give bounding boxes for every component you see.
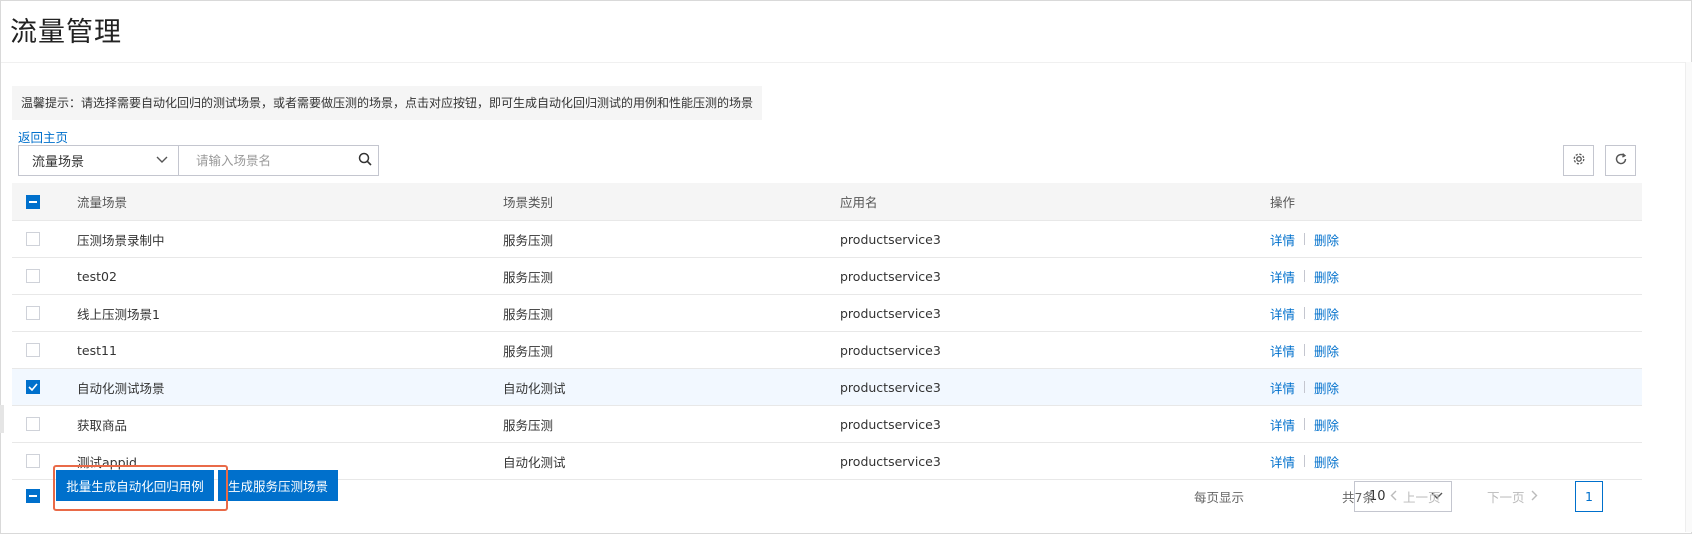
filter-bar: 流量场景 [18,145,379,176]
next-page-label: 下一页 [1487,489,1525,505]
gear-icon [1572,151,1586,170]
scene-type-select-value: 流量场景 [32,155,85,170]
next-page-button[interactable]: 下一页 [1487,474,1538,518]
table-footer: 批量生成自动化回归用例 生成服务压测场景 每页显示 10 共7条 上一页 1 下… [12,470,1642,518]
action-divider [1304,270,1306,282]
scrollbar[interactable] [1685,62,1692,532]
app-name: productservice3 [840,231,941,247]
title-divider [1,62,1691,63]
delete-link[interactable]: 删除 [1314,230,1339,249]
column-header-app: 应用名 [840,195,878,210]
refresh-button[interactable] [1605,145,1636,176]
refresh-icon [1614,151,1628,170]
app-name: productservice3 [840,305,941,321]
action-divider [1304,233,1306,245]
row-actions: 详情 删除 [1270,332,1339,368]
page-number-current[interactable]: 1 [1575,481,1603,512]
table-row[interactable]: 压测场景录制中 服务压测 productservice3 详情 删除 [12,221,1642,258]
delete-link[interactable]: 删除 [1314,452,1339,471]
column-header-category: 场景类别 [503,195,554,210]
detail-link[interactable]: 详情 [1270,415,1295,434]
scene-category: 服务压测 [503,269,554,285]
row-checkbox[interactable] [26,343,40,357]
detail-link[interactable]: 详情 [1270,378,1295,397]
select-all-checkbox[interactable] [26,194,40,209]
delete-link[interactable]: 删除 [1314,267,1339,286]
pagination: 每页显示 10 共7条 上一页 1 下一页 [12,474,1642,518]
scene-category: 自动化测试 [503,380,566,396]
row-checkbox[interactable] [26,269,40,283]
chevron-left-icon [1390,489,1397,504]
table-row[interactable]: test11 服务压测 productservice3 详情 删除 [12,332,1642,369]
scene-category: 服务压测 [503,343,554,359]
total-count: 共7条 [1342,489,1375,505]
detail-link[interactable]: 详情 [1270,230,1295,249]
action-divider [1304,418,1306,430]
app-name: productservice3 [840,379,941,395]
scene-category: 服务压测 [503,232,554,248]
action-divider [1304,381,1306,393]
row-actions: 详情 删除 [1270,295,1339,331]
scene-name: test11 [77,342,117,358]
scene-name: 获取商品 [77,417,128,433]
table-body: 压测场景录制中 服务压测 productservice3 详情 删除 test02 服务压测… [12,221,1642,480]
row-actions: 详情 删除 [1270,369,1339,405]
tip-banner: 温馨提示：请选择需要自动化回归的测试场景，或者需要做压测的场景，点击对应按钮，即… [12,86,762,120]
chevron-right-icon [1531,489,1538,504]
row-actions: 详情 删除 [1270,221,1339,257]
delete-link[interactable]: 删除 [1314,341,1339,360]
row-checkbox[interactable] [26,417,40,431]
detail-link[interactable]: 详情 [1270,267,1295,286]
prev-page-button[interactable]: 上一页 [1390,474,1441,518]
app-name: productservice3 [840,268,941,284]
action-divider [1304,455,1306,467]
action-divider [1304,307,1306,319]
column-header-scene: 流量场景 [77,195,128,210]
settings-button[interactable] [1563,145,1594,176]
row-actions: 详情 删除 [1270,406,1339,442]
scene-table: 流量场景 场景类别 应用名 操作 压测场景录制中 服务压测 productservi… [12,183,1642,480]
chevron-down-icon [156,153,168,168]
search-input[interactable] [194,152,358,169]
back-home-link[interactable]: 返回主页 [18,127,68,146]
row-checkbox[interactable] [26,232,40,246]
delete-link[interactable]: 删除 [1314,378,1339,397]
search-icon[interactable] [358,151,372,170]
search-box [179,145,379,176]
page-title: 流量管理 [10,17,122,48]
prev-page-label: 上一页 [1403,489,1441,505]
table-row[interactable]: 获取商品 服务压测 productservice3 详情 删除 [12,406,1642,443]
app-name: productservice3 [840,416,941,432]
app-name: productservice3 [840,342,941,358]
scene-category: 服务压测 [503,306,554,322]
scene-name: test02 [77,268,117,284]
detail-link[interactable]: 详情 [1270,304,1295,323]
scene-category: 服务压测 [503,417,554,433]
action-divider [1304,344,1306,356]
table-row[interactable]: 线上压测场景1 服务压测 productservice3 详情 删除 [12,295,1642,332]
table-header: 流量场景 场景类别 应用名 操作 [12,183,1642,221]
row-checkbox[interactable] [26,454,40,468]
row-actions: 详情 删除 [1270,258,1339,294]
row-checkbox[interactable] [26,306,40,320]
side-collapse-handle[interactable] [0,405,4,433]
delete-link[interactable]: 删除 [1314,415,1339,434]
detail-link[interactable]: 详情 [1270,341,1295,360]
column-header-actions: 操作 [1270,195,1296,210]
delete-link[interactable]: 删除 [1314,304,1339,323]
scene-name: 线上压测场景1 [77,306,160,322]
scene-type-select[interactable]: 流量场景 [18,145,179,176]
table-row[interactable]: 自动化测试场景 自动化测试 productservice3 详情 删除 [12,369,1642,406]
detail-link[interactable]: 详情 [1270,452,1295,471]
per-page-label: 每页显示 [1194,489,1245,505]
scene-name: 自动化测试场景 [77,380,165,396]
scene-name: 压测场景录制中 [77,232,165,248]
row-checkbox[interactable] [26,380,40,394]
table-row[interactable]: test02 服务压测 productservice3 详情 删除 [12,258,1642,295]
